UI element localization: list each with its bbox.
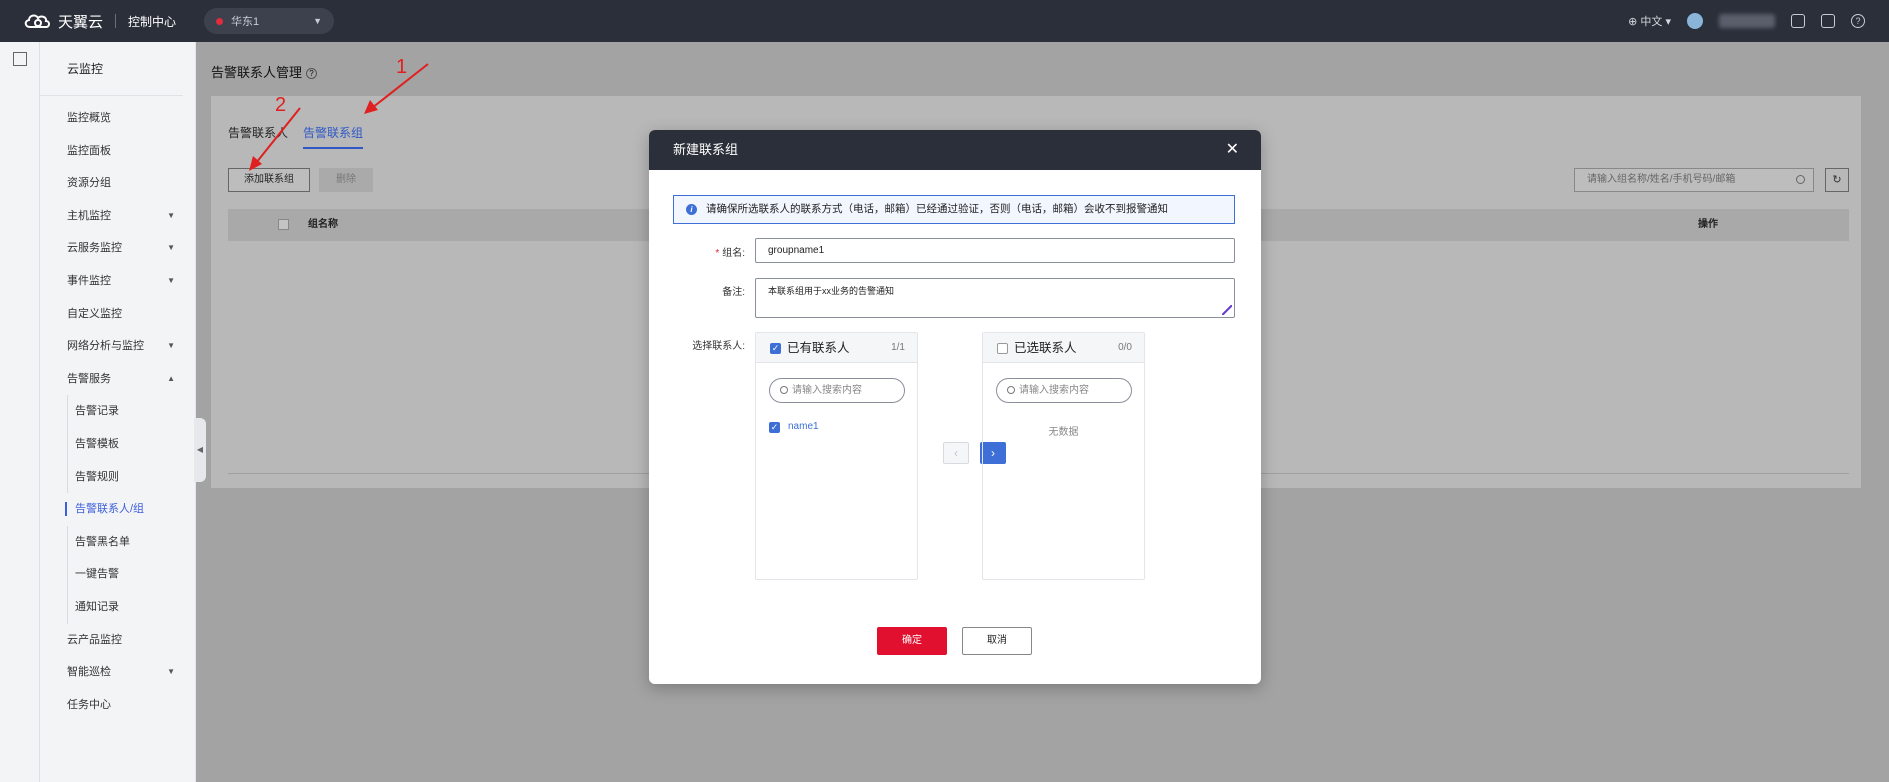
remark-label: 备注: (722, 287, 745, 298)
info-notice: i 请确保所选联系人的联系方式（电话，邮箱）已经通过验证，否则（电话，邮箱）会收… (673, 195, 1235, 224)
search-icon (1007, 386, 1015, 394)
selected-panel-header: 已选联系人 0/0 (983, 333, 1144, 363)
notice-text: 请确保所选联系人的联系方式（电话，邮箱）已经通过验证，否则（电话，邮箱）会收不到… (706, 203, 1168, 215)
contact-name: name1 (788, 421, 819, 432)
confirm-button[interactable]: 确定 (877, 627, 947, 655)
group-name-label-text: 组名: (722, 248, 745, 259)
annotation-label-2: 2 (275, 94, 287, 116)
selected-search-input[interactable]: 请输入搜索内容 (996, 378, 1132, 403)
contact-checkbox[interactable]: ✓ (769, 422, 780, 433)
available-panel-title: 已有联系人 (787, 341, 850, 355)
available-search-placeholder: 请输入搜索内容 (792, 385, 862, 396)
select-contacts-label: 选择联系人: (692, 341, 745, 352)
cancel-button[interactable]: 取消 (962, 627, 1032, 655)
new-contact-group-dialog: 新建联系组 ✕ i 请确保所选联系人的联系方式（电话，邮箱）已经通过验证，否则（… (649, 130, 1261, 684)
search-icon (780, 386, 788, 394)
group-name-value: groupname1 (768, 245, 825, 256)
empty-state-text: 无数据 (1048, 427, 1079, 438)
selected-contacts-panel: 已选联系人 0/0 请输入搜索内容 无数据 (982, 332, 1145, 580)
available-contacts-panel: ✓ 已有联系人 1/1 请输入搜索内容 ✓ name1 (755, 332, 918, 580)
move-left-button[interactable]: ‹ (943, 442, 969, 464)
list-item[interactable]: ✓ name1 (769, 421, 819, 433)
dialog-header: 新建联系组 ✕ (649, 130, 1261, 170)
select-all-selected-checkbox[interactable] (997, 343, 1008, 354)
required-marker: * (715, 248, 720, 259)
dialog-title: 新建联系组 (673, 142, 739, 157)
selected-search-placeholder: 请输入搜索内容 (1019, 385, 1089, 396)
annotation-label-1: 1 (396, 56, 408, 78)
available-panel-header: ✓ 已有联系人 1/1 (756, 333, 917, 363)
annotation-arrowhead-1 (364, 100, 378, 114)
selected-count: 0/0 (1118, 342, 1132, 353)
group-name-label: * 组名: (689, 244, 745, 259)
chevron-left-icon: ‹ (954, 446, 958, 460)
info-icon: i (686, 204, 697, 215)
select-all-available-checkbox[interactable]: ✓ (770, 343, 781, 354)
remark-textarea[interactable]: 本联系组用于xx业务的告警通知 (755, 278, 1235, 318)
available-search-input[interactable]: 请输入搜索内容 (769, 378, 905, 403)
group-name-input[interactable]: groupname1 (755, 238, 1235, 263)
selected-panel-title: 已选联系人 (1014, 341, 1077, 355)
remark-value: 本联系组用于xx业务的告警通知 (768, 286, 895, 296)
close-icon[interactable]: ✕ (1226, 130, 1239, 170)
available-count: 1/1 (891, 342, 905, 353)
resize-handle-icon[interactable] (1222, 305, 1232, 315)
